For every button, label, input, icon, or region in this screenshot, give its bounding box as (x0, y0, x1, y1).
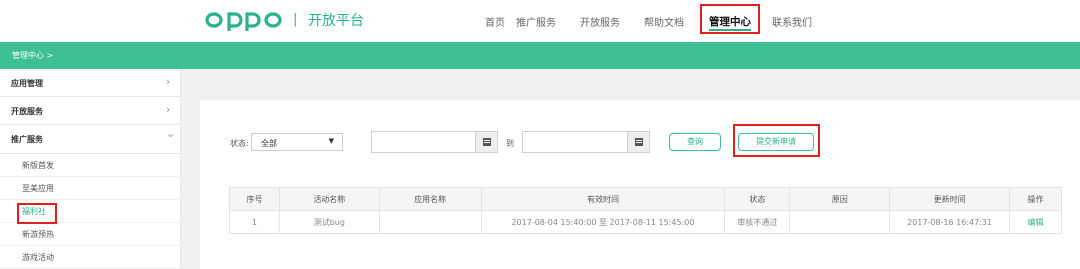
cell-index: 1 (229, 210, 280, 234)
col-header-action: 操作 (1009, 187, 1062, 211)
edit-link[interactable]: 编辑 (1009, 210, 1062, 234)
cell-app-name (378, 210, 482, 234)
oppo-logo[interactable] (205, 9, 283, 31)
sidebar-item-game-events[interactable]: 游戏活动 (0, 246, 181, 269)
breadcrumb[interactable]: 管理中心 > (12, 50, 53, 61)
logo-separator: | (293, 12, 298, 27)
end-date-input[interactable] (522, 131, 650, 153)
col-header-updated-at: 更新时间 (889, 187, 1011, 211)
sidebar-item-label: 游戏活动 (22, 253, 54, 262)
status-label: 状态: (230, 139, 249, 148)
highlight-box-nav (700, 4, 760, 34)
top-header: | 开放平台 首页 推广服务 开放服务 帮助文档 管理中心 联系我们 (0, 0, 1080, 42)
sidebar-group-open-services[interactable]: 开放服务 › (0, 97, 181, 125)
calendar-button[interactable] (475, 132, 497, 152)
sidebar-group-label: 应用管理 (11, 79, 43, 88)
chevron-down-icon: ⌄ (166, 127, 176, 140)
chevron-right-icon: › (166, 75, 171, 88)
query-button[interactable]: 查询 (669, 133, 721, 151)
sidebar-item-label: 至美应用 (22, 184, 54, 193)
cell-updated-at: 2017-08-16 16:47:31 (889, 210, 1011, 234)
sidebar-group-label: 开放服务 (11, 107, 43, 116)
col-header-app-name: 应用名称 (378, 187, 482, 211)
caret-down-icon: ▼ (328, 137, 334, 145)
col-header-index: 序号 (229, 187, 280, 211)
to-label: 到 (506, 139, 514, 148)
sidebar-group-app-management[interactable]: 应用管理 › (0, 69, 181, 97)
sidebar-item-label: 新游预热 (22, 230, 54, 239)
status-select[interactable]: 全部 ▼ (251, 133, 343, 151)
cell-valid-time: 2017-08-04 15:40:00 至 2017-08-11 15:45:0… (480, 210, 726, 234)
calendar-icon (635, 138, 643, 146)
sidebar-item-game-preheat[interactable]: 新游预热 (0, 223, 181, 246)
breadcrumb-bar: 管理中心 > (0, 42, 1080, 69)
chevron-right-icon: › (166, 103, 171, 116)
sidebar-group-label: 推广服务 (11, 135, 43, 144)
nav-help-docs[interactable]: 帮助文档 (644, 14, 684, 29)
col-header-reason: 原因 (789, 187, 891, 211)
col-header-status: 状态 (724, 187, 791, 211)
nav-open-services[interactable]: 开放服务 (580, 14, 620, 29)
table-row: 1 测试bug 2017-08-04 15:40:00 至 2017-08-11… (229, 210, 1062, 234)
col-header-activity-name: 活动名称 (278, 187, 380, 211)
activity-table: 序号 活动名称 应用名称 有效时间 状态 原因 更新时间 操作 1 测试bug … (229, 187, 1062, 234)
cell-activity-name: 测试bug (278, 210, 380, 234)
calendar-icon (483, 138, 491, 146)
start-date-input[interactable] (371, 131, 498, 153)
calendar-button[interactable] (627, 132, 649, 152)
col-header-valid-time: 有效时间 (480, 187, 726, 211)
highlight-box-submit (733, 124, 820, 157)
sidebar: 应用管理 › 开放服务 › 推广服务 ⌄ 新版首发 至美应用 福利社 新游预热 … (0, 69, 181, 269)
sidebar-item-new-release[interactable]: 新版首发 (0, 154, 181, 177)
main-area (181, 69, 1080, 269)
sidebar-group-promotion[interactable]: 推广服务 ⌄ (0, 125, 181, 154)
nav-promotion[interactable]: 推广服务 (516, 14, 556, 29)
platform-name: 开放平台 (308, 13, 364, 29)
nav-contact-us[interactable]: 联系我们 (772, 14, 812, 29)
sidebar-item-premium-apps[interactable]: 至美应用 (0, 177, 181, 200)
cell-reason (789, 210, 891, 234)
table-header-row: 序号 活动名称 应用名称 有效时间 状态 原因 更新时间 操作 (229, 187, 1062, 211)
sidebar-item-label: 新版首发 (22, 161, 54, 170)
cell-status: 审核不通过 (724, 210, 791, 234)
nav-home[interactable]: 首页 (485, 14, 505, 29)
highlight-box-sidebar (17, 203, 57, 224)
content-panel (200, 100, 1080, 269)
status-select-value: 全部 (261, 139, 277, 148)
